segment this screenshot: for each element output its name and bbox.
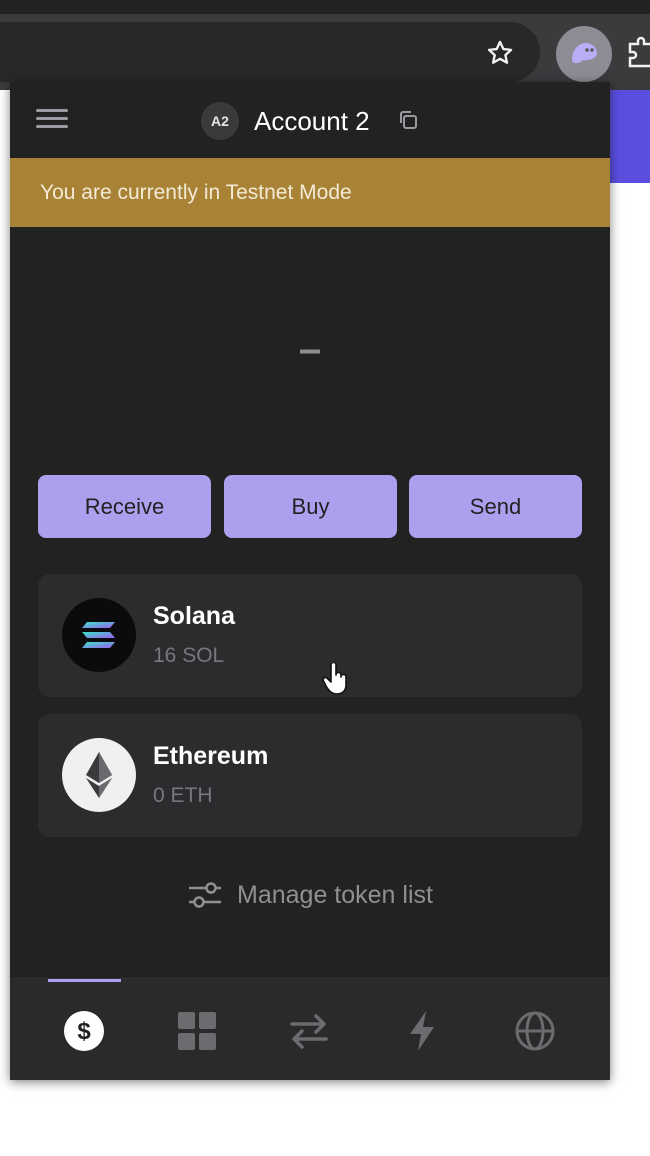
solana-logo-icon — [62, 598, 136, 672]
token-row-ethereum[interactable]: Ethereum 0 ETH — [38, 714, 582, 837]
phantom-ghost-icon — [572, 43, 597, 64]
bolt-icon — [410, 1011, 434, 1051]
sliders-icon — [189, 882, 222, 908]
token-name: Ethereum — [153, 742, 269, 770]
hand-cursor-icon — [322, 663, 347, 695]
wallet-popup: A2 Account 2 You are currently in Testne… — [10, 82, 610, 1080]
account-name[interactable]: Account 2 — [254, 102, 370, 140]
receive-button[interactable]: Receive — [38, 475, 211, 538]
tab-activity[interactable] — [394, 1003, 450, 1059]
token-amount: 16 SOL — [153, 644, 225, 667]
wallet-header: A2 Account 2 — [10, 82, 610, 158]
tab-swap[interactable] — [281, 1003, 337, 1059]
svg-text:$: $ — [77, 1018, 91, 1045]
tab-wallet[interactable]: $ — [56, 1003, 112, 1059]
hamburger-icon[interactable] — [32, 104, 72, 140]
buy-button[interactable]: Buy — [224, 475, 397, 538]
browser-toolbar — [0, 14, 650, 90]
bottom-tab-bar: $ — [10, 978, 610, 1080]
tab-browser[interactable] — [507, 1003, 563, 1059]
testnet-banner: You are currently in Testnet Mode — [10, 158, 610, 227]
manage-token-list-link[interactable]: Manage token list — [10, 875, 610, 915]
phantom-extension-button[interactable] — [556, 26, 612, 82]
token-row-solana[interactable]: Solana 16 SOL — [38, 574, 582, 697]
action-buttons: Receive Buy Send — [38, 475, 583, 538]
browser-tabstrip — [0, 0, 650, 14]
address-bar[interactable] — [0, 22, 540, 82]
account-avatar[interactable]: A2 — [201, 102, 239, 140]
token-name: Solana — [153, 602, 235, 630]
puzzle-icon[interactable] — [624, 36, 650, 72]
ethereum-logo-icon — [62, 738, 136, 812]
grid-icon — [178, 1012, 216, 1050]
copy-icon[interactable] — [396, 108, 422, 134]
token-amount: 0 ETH — [153, 784, 213, 807]
manage-token-list-label: Manage token list — [237, 880, 433, 909]
globe-icon — [515, 1011, 555, 1051]
active-tab-indicator — [48, 979, 121, 982]
bookmark-star-icon[interactable] — [478, 36, 522, 70]
swap-icon — [290, 1014, 328, 1049]
tab-collectibles[interactable] — [169, 1003, 225, 1059]
dollar-icon: $ — [64, 1011, 104, 1051]
send-button[interactable]: Send — [409, 475, 582, 538]
balance-value: – — [298, 327, 322, 371]
